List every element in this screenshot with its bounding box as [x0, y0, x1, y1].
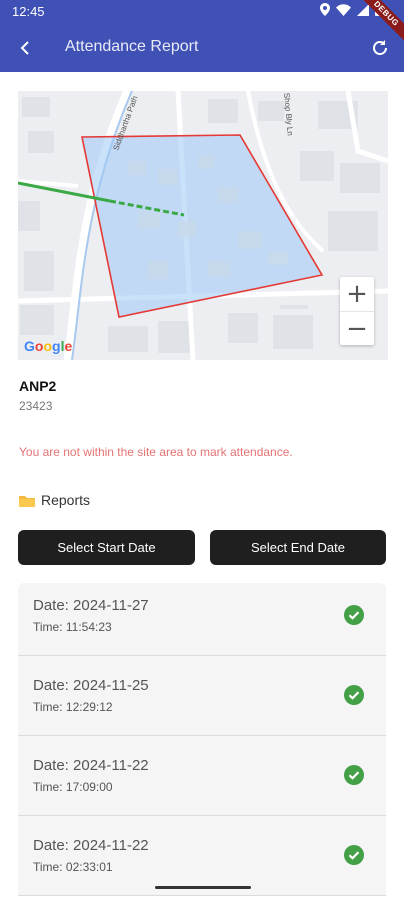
back-arrow-icon	[20, 41, 29, 55]
check-circle-icon	[344, 845, 364, 865]
site-name: ANP2	[19, 378, 57, 394]
folder-icon	[19, 495, 35, 507]
report-date: Date: 2024-11-27	[33, 597, 149, 614]
reports-heading-label: Reports	[41, 492, 91, 508]
zoom-out-button[interactable]: −	[340, 311, 374, 345]
app-bar: Attendance Report	[0, 24, 404, 72]
report-list-item[interactable]: Date: 2024-11-22 Time: 17:09:00	[18, 736, 386, 816]
report-time: Time: 02:33:01	[33, 860, 113, 874]
reports-heading: Reports	[19, 492, 90, 508]
select-end-date-button[interactable]: Select End Date	[210, 530, 386, 565]
report-date: Date: 2024-11-25	[33, 677, 149, 694]
site-map[interactable]: Siddhartha Path Shop Bly Ln + − Google	[18, 91, 388, 360]
report-list: Date: 2024-11-27 Time: 11:54:23 Date: 20…	[18, 583, 386, 896]
report-list-item[interactable]: Date: 2024-11-22 Time: 02:33:01	[18, 816, 386, 896]
signal-icon	[357, 3, 369, 16]
home-indicator[interactable]	[155, 886, 251, 889]
refresh-button[interactable]	[366, 34, 394, 62]
check-circle-icon	[344, 605, 364, 625]
report-time: Time: 12:29:12	[33, 700, 113, 714]
wifi-icon	[336, 3, 351, 16]
refresh-icon	[373, 40, 387, 55]
location-icon	[320, 3, 330, 16]
report-list-item[interactable]: Date: 2024-11-25 Time: 12:29:12	[18, 656, 386, 736]
check-circle-icon	[344, 765, 364, 785]
google-logo: Google	[24, 338, 73, 354]
location-warning: You are not within the site area to mark…	[19, 445, 293, 459]
report-date: Date: 2024-11-22	[33, 757, 149, 774]
report-time: Time: 17:09:00	[33, 780, 113, 794]
zoom-controls: + −	[340, 277, 374, 345]
report-list-item[interactable]: Date: 2024-11-27 Time: 11:54:23	[18, 583, 386, 656]
map-canvas: Siddhartha Path Shop Bly Ln	[18, 91, 388, 360]
report-date: Date: 2024-11-22	[33, 837, 149, 854]
check-circle-icon	[344, 685, 364, 705]
site-code: 23423	[19, 399, 53, 413]
status-bar: 12:45	[0, 0, 404, 24]
report-time: Time: 11:54:23	[33, 620, 112, 634]
zoom-in-button[interactable]: +	[340, 277, 374, 311]
status-time: 12:45	[12, 4, 45, 19]
page-title: Attendance Report	[65, 38, 199, 55]
select-start-date-button[interactable]: Select Start Date	[18, 530, 195, 565]
back-button[interactable]	[12, 34, 40, 62]
